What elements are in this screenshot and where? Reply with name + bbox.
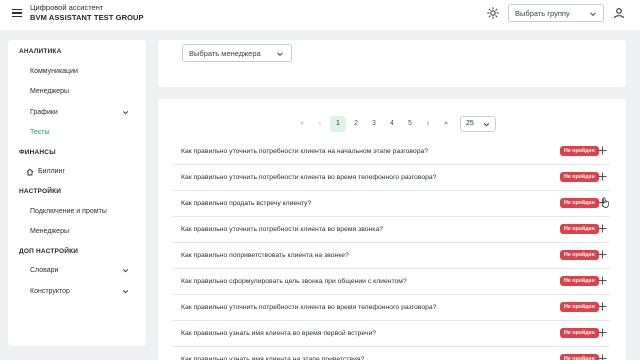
page-button[interactable]: 5 [402, 116, 418, 132]
expand-plus-icon[interactable] [598, 354, 607, 360]
chevron-down-icon[interactable] [122, 267, 129, 274]
test-row[interactable]: Как правильно продать встречу клиенту? Не… [172, 191, 610, 217]
status-badge: Не пройден [560, 354, 599, 360]
test-row[interactable]: Как правильно узнать имя клиента на этап… [172, 347, 610, 360]
expand-plus-icon[interactable] [598, 328, 607, 337]
test-question: Как правильно узнать имя клиента во врем… [181, 330, 377, 337]
test-question: Как правильно продать встречу клиенту? [181, 200, 312, 207]
sidebar-section-finance: ФИНАНСЫ [19, 149, 56, 156]
sidebar-item-managers[interactable]: Менеджеры [30, 88, 69, 95]
sidebar-item-connection-prompts[interactable]: Подключение и промты [30, 208, 107, 215]
status-badge: Не пройден [560, 224, 599, 234]
group-select[interactable]: Выбрать группу [508, 4, 604, 22]
test-question: Как правильно узнать имя клиента на этап… [181, 356, 365, 360]
page-button[interactable]: 1 [330, 116, 346, 132]
test-question: Как правильно уточнить потребности клиен… [181, 174, 437, 181]
group-select-value: Выбрать группу [515, 9, 570, 18]
test-row[interactable]: Как правильно уточнить потребности клиен… [172, 217, 610, 243]
sidebar-item-constructor[interactable]: Конструктор [30, 288, 70, 295]
test-row[interactable]: Как правильно уточнить потребности клиен… [172, 165, 610, 191]
status-badge: Не пройден [560, 146, 599, 156]
test-row[interactable]: Как правильно поприветствовать клиента н… [172, 243, 610, 269]
test-row[interactable]: Как правильно уточнить потребности клиен… [172, 295, 610, 321]
sidebar-section-settings: НАСТРОЙКИ [19, 188, 62, 195]
sidebar-section-extra-settings: ДОП НАСТРОЙКИ [19, 248, 79, 255]
test-row[interactable]: Как правильно узнать имя клиента во врем… [172, 321, 610, 347]
page-button[interactable]: 3 [366, 116, 382, 132]
sidebar-section-analytics: АНАЛИТИКА [19, 48, 62, 55]
prev-page-button[interactable]: ‹ [312, 116, 328, 132]
status-badge: Не пройден [560, 276, 599, 286]
chevron-down-icon[interactable] [122, 109, 129, 116]
chevron-down-icon [483, 123, 490, 127]
test-question: Как правильно уточнить потребности клиен… [181, 304, 437, 311]
status-badge: Не пройден [560, 198, 599, 208]
sidebar-item-tests[interactable]: Тесты [30, 129, 50, 136]
test-question: Как правильно уточнить потребности клиен… [181, 148, 429, 155]
top-bar: Цифровой ассистент BVM ASSISTANT TEST GR… [0, 0, 640, 30]
sidebar-item-charts[interactable]: Графики [30, 109, 58, 116]
expand-plus-icon[interactable] [598, 302, 607, 311]
expand-plus-icon[interactable] [598, 250, 607, 259]
expand-plus-icon[interactable] [598, 276, 607, 285]
manager-select[interactable]: Выбрать менеджера [182, 44, 292, 62]
expand-plus-icon[interactable] [598, 224, 607, 233]
per-page-value: 25 [466, 120, 474, 127]
chevron-down-icon [277, 52, 283, 57]
sidebar-item-settings-managers[interactable]: Менеджеры [30, 228, 69, 235]
group-name: BVM ASSISTANT TEST GROUP [30, 13, 144, 22]
sidebar: АНАЛИТИКА Коммуникации Менеджеры Графики… [8, 40, 146, 346]
sidebar-item-communications[interactable]: Коммуникации [30, 68, 78, 75]
theme-toggle-icon[interactable] [487, 7, 499, 19]
tests-list-panel: « ‹ 1 2 3 4 5 › » 25 Как правильно уточн… [158, 99, 626, 360]
test-row[interactable]: Как правильно уточнить потребности клиен… [172, 139, 610, 165]
next-page-button[interactable]: › [420, 116, 436, 132]
test-question: Как правильно уточнить потребности клиен… [181, 226, 383, 233]
page-button[interactable]: 2 [348, 116, 364, 132]
last-page-button[interactable]: » [438, 116, 454, 132]
status-badge: Не пройден [560, 172, 599, 182]
filter-panel: Выбрать менеджера [158, 40, 626, 87]
test-row[interactable]: Как правильно сформулировать цель звонка… [172, 269, 610, 295]
home-icon [26, 168, 34, 176]
expand-plus-icon[interactable] [598, 172, 607, 181]
sidebar-item-billing[interactable]: Биллинг [38, 168, 65, 175]
per-page-select[interactable]: 25 [460, 116, 496, 132]
status-badge: Не пройден [560, 302, 599, 312]
sidebar-item-dictionaries[interactable]: Словари [30, 267, 58, 274]
test-question: Как правильно сформулировать цель звонка… [181, 278, 407, 285]
status-badge: Не пройден [560, 328, 599, 338]
app-title: Цифровой ассистент [30, 3, 104, 12]
manager-select-value: Выбрать менеджера [189, 49, 261, 58]
chevron-down-icon[interactable] [122, 288, 129, 295]
status-badge: Не пройден [560, 250, 599, 260]
menu-icon[interactable] [12, 9, 22, 18]
user-icon[interactable] [613, 7, 625, 19]
mouse-cursor-icon [601, 197, 609, 208]
chevron-down-icon [590, 12, 596, 17]
page-button[interactable]: 4 [384, 116, 400, 132]
test-question: Как правильно поприветствовать клиента н… [181, 252, 349, 259]
expand-plus-icon[interactable] [598, 146, 607, 155]
first-page-button[interactable]: « [294, 116, 310, 132]
